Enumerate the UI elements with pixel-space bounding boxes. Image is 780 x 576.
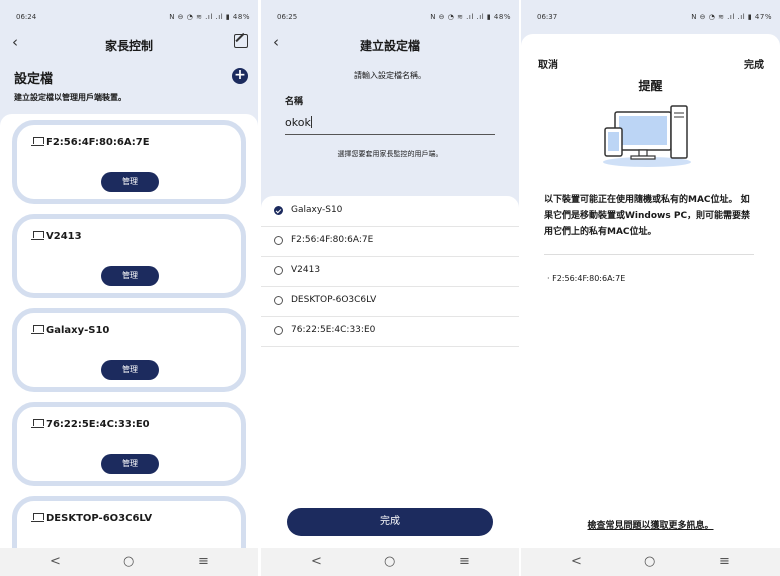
device-card: Galaxy-S10 管理 [12, 308, 246, 392]
input-value: okok [285, 116, 311, 129]
system-nav-bar: < ○ ≡ [0, 548, 258, 576]
device-name: F2:56:4F:80:6A:7E [46, 137, 150, 148]
status-bar: 06:25 N ⊖ ◔ ≋ .ıl .ıl ▮ 48% [261, 0, 519, 30]
nav-recent-icon[interactable]: ≡ [459, 554, 470, 569]
status-time: 06:37 [537, 13, 558, 21]
device-name: DESKTOP-6O3C6LV [46, 513, 153, 524]
parental-control-screen: 06:24 N ⊖ ◔ ≋ .ıl .ıl ▮ 48% ‹ 家長控制 設定檔 +… [0, 0, 258, 576]
device-card: 76:22:5E:4C:33:E0 管理 [12, 402, 246, 486]
laptop-icon [31, 137, 44, 146]
nav-back-icon[interactable]: < [311, 554, 322, 569]
reminder-sheet: 取消 完成 提醒 以下裝置可能正在使用隨機或私有的MAC位址。 如果它們是移動裝… [521, 34, 780, 548]
profiles-subtitle: 建立設定檔以管理用戶端裝置。 [14, 93, 126, 102]
divider [544, 254, 754, 255]
name-prompt: 請輸入設定檔名稱。 [354, 71, 426, 80]
nav-home-icon[interactable]: ○ [384, 554, 395, 569]
reminder-title: 提醒 [638, 79, 663, 93]
client-option[interactable]: 76:22:5E:4C:33:E0 [261, 316, 519, 347]
manage-button[interactable]: 管理 [101, 360, 159, 380]
page-title: 家長控制 [104, 39, 153, 53]
device-card: DESKTOP-6O3C6LV 管理 [12, 496, 246, 548]
status-icons: N ⊖ ◔ ≋ .ıl .ıl ▮ 48% [430, 13, 511, 21]
client-label: DESKTOP-6O3C6LV [291, 295, 377, 305]
profile-name-input[interactable]: okok [285, 116, 495, 135]
nav-home-icon[interactable]: ○ [123, 554, 134, 569]
cancel-button[interactable]: 取消 [538, 56, 558, 71]
client-label: Galaxy-S10 [291, 205, 343, 215]
device-list: F2:56:4F:80:6A:7E 管理 V2413 管理 Galaxy-S10… [0, 114, 258, 548]
reminder-screen: 06:37 N ⊖ ◔ ≋ .ıl .ıl ▮ 47% 取消 完成 提醒 以下裝… [521, 0, 780, 576]
device-card: F2:56:4F:80:6A:7E 管理 [12, 120, 246, 204]
laptop-icon [31, 231, 44, 240]
done-button[interactable]: 完成 [744, 56, 764, 71]
done-button[interactable]: 完成 [287, 508, 493, 536]
device-name: V2413 [46, 231, 82, 242]
manage-button[interactable]: 管理 [101, 266, 159, 286]
client-hint: 選擇您要套用家長監控的用戶端。 [337, 150, 443, 158]
devices-illustration-icon [603, 105, 691, 167]
device-name: 76:22:5E:4C:33:E0 [46, 419, 150, 430]
client-option[interactable]: DESKTOP-6O3C6LV [261, 286, 519, 317]
laptop-icon [31, 513, 44, 522]
nav-recent-icon[interactable]: ≡ [719, 554, 730, 569]
radio-icon[interactable] [274, 326, 283, 335]
device-card: V2413 管理 [12, 214, 246, 298]
edit-icon[interactable] [234, 34, 248, 48]
client-label: V2413 [291, 265, 321, 275]
status-bar: 06:24 N ⊖ ◔ ≋ .ıl .ıl ▮ 48% [0, 0, 258, 30]
reminder-message: 以下裝置可能正在使用隨機或私有的MAC位址。 如果它們是移動裝置或Windows… [544, 195, 751, 237]
page-title: 建立設定檔 [359, 39, 420, 53]
radio-checked-icon[interactable] [274, 206, 283, 215]
profiles-heading: 設定檔 [14, 72, 54, 87]
client-label: F2:56:4F:80:6A:7E [291, 235, 374, 245]
nav-home-icon[interactable]: ○ [644, 554, 655, 569]
text-caret [310, 116, 312, 128]
manage-button[interactable]: 管理 [101, 454, 159, 474]
radio-icon[interactable] [274, 236, 283, 245]
nav-back-icon[interactable]: < [50, 554, 61, 569]
radio-icon[interactable] [274, 266, 283, 275]
status-bar: 06:37 N ⊖ ◔ ≋ .ıl .ıl ▮ 47% [521, 0, 780, 30]
nav-recent-icon[interactable]: ≡ [198, 554, 209, 569]
device-item: · F2:56:4F:80:6A:7E [547, 274, 626, 283]
system-nav-bar: < ○ ≡ [261, 548, 519, 576]
radio-icon[interactable] [274, 296, 283, 305]
client-option[interactable]: Galaxy-S10 [261, 196, 519, 227]
status-time: 06:24 [16, 13, 37, 21]
status-icons: N ⊖ ◔ ≋ .ıl .ıl ▮ 48% [169, 13, 250, 21]
manage-button[interactable]: 管理 [101, 172, 159, 192]
add-profile-button[interactable]: + [232, 68, 248, 84]
status-icons: N ⊖ ◔ ≋ .ıl .ıl ▮ 47% [691, 13, 772, 21]
nav-back-icon[interactable]: < [571, 554, 582, 569]
laptop-icon [31, 419, 44, 428]
client-option[interactable]: F2:56:4F:80:6A:7E [261, 226, 519, 257]
system-nav-bar: < ○ ≡ [521, 548, 780, 576]
client-label: 76:22:5E:4C:33:E0 [291, 325, 376, 335]
faq-link[interactable]: 檢查常見問題以獲取更多訊息。 [521, 518, 780, 531]
laptop-icon [31, 325, 44, 334]
device-name: Galaxy-S10 [46, 325, 110, 336]
status-time: 06:25 [277, 13, 298, 21]
name-label: 名稱 [285, 97, 304, 107]
client-option[interactable]: V2413 [261, 256, 519, 287]
create-profile-screen: 06:25 N ⊖ ◔ ≋ .ıl .ıl ▮ 48% ‹ 建立設定檔 請輸入設… [261, 0, 519, 576]
client-list: Galaxy-S10 F2:56:4F:80:6A:7E V2413 DESKT… [261, 196, 519, 548]
